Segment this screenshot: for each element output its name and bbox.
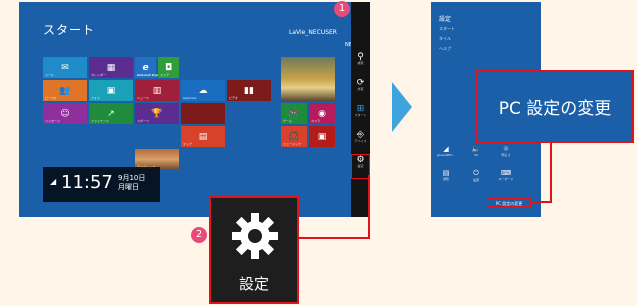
quick-label: キーボード: [498, 177, 514, 181]
tile-mail[interactable]: ✉ メール: [43, 57, 87, 78]
connector-line: [550, 141, 552, 203]
quick-network[interactable]: ◢ gouenNEC...: [435, 145, 457, 157]
tile-label: ピープル: [45, 96, 57, 100]
gear-icon: [232, 213, 278, 259]
brightness-icon: ☼: [502, 145, 510, 153]
settings-charm-zoom[interactable]: 設定: [209, 196, 299, 304]
tile-messaging[interactable]: ☺ メッセージ: [43, 103, 87, 124]
tile-label: ゲーム: [283, 119, 292, 123]
clock-date-weekday: 月曜日: [118, 183, 139, 191]
quick-label: gouenNEC...: [436, 153, 456, 157]
quick-label: 電源: [472, 178, 479, 182]
tile-news[interactable]: ▥ ニュース: [135, 80, 179, 101]
keyboard-icon: ⌨: [500, 169, 512, 177]
tile-people[interactable]: 👥 ピープル: [43, 80, 87, 101]
tile-camera[interactable]: ◉ カメラ: [309, 103, 335, 124]
notifications-icon: ▤: [442, 169, 450, 177]
quick-volume[interactable]: 🔈 50: [465, 145, 487, 157]
charm-label: 検索: [357, 61, 364, 65]
tile-placeholder[interactable]: [181, 103, 225, 124]
tile-label: ビデオ: [229, 96, 239, 100]
quick-power[interactable]: ⏻ 電源: [465, 169, 487, 182]
step-badge-2: 2: [191, 227, 207, 243]
quick-label: 50: [474, 153, 478, 157]
lock-clock: ◢ 11:57 9月10日 月曜日: [43, 167, 160, 202]
tile-maps[interactable]: ▤ マップ: [181, 126, 225, 147]
quick-label: 明るさ: [501, 153, 511, 157]
tile-photos[interactable]: ▣ フォト: [89, 80, 133, 101]
tile-label: フォト: [91, 96, 101, 100]
connector-line: [531, 201, 552, 203]
quick-notifications[interactable]: ▤ 通知: [435, 169, 457, 181]
tile-label: ストア: [160, 73, 170, 77]
charm-label: 設定: [357, 164, 364, 168]
charm-label: デバイス: [354, 139, 367, 143]
volume-icon: 🔈: [471, 145, 481, 153]
charm-search[interactable]: ⚲ 検索: [351, 52, 370, 65]
tile-store[interactable]: ◘ ストア: [158, 57, 179, 78]
tile-label: SkyDrive: [183, 96, 197, 100]
tile-label: ミュージック: [283, 142, 301, 146]
charm-label: スタート: [354, 113, 367, 117]
tile-label: ファイナンス: [91, 119, 109, 123]
step-badge-1: 1: [334, 1, 350, 17]
charm-devices[interactable]: ⎆ デバイス: [351, 130, 370, 143]
panel-title: 設定: [439, 16, 452, 23]
power-icon: ⏻: [473, 169, 479, 177]
arrow-right-icon: [392, 82, 412, 132]
tile-video2[interactable]: ▣: [309, 126, 335, 147]
tile-label: メッセージ: [45, 119, 60, 123]
tile-label: スポーツ: [137, 119, 149, 123]
clock-date-day: 9月10日: [118, 174, 146, 182]
tile-label: カメラ: [311, 119, 321, 123]
user-name[interactable]: LaVie_NECUSER: [289, 29, 337, 36]
change-pc-settings-callout[interactable]: PC 設定の変更: [476, 70, 634, 143]
charm-label: 共有: [357, 87, 364, 91]
quick-label: 通知: [442, 177, 449, 181]
panel-item[interactable]: スタート: [439, 26, 455, 32]
tile-label: ニュース: [137, 96, 149, 100]
tile-photo-landscape[interactable]: [281, 57, 335, 101]
tile-label: メール: [45, 73, 55, 77]
signal-icon: ◢: [50, 177, 57, 186]
quick-brightness[interactable]: ☼ 明るさ: [495, 145, 517, 157]
tile-video[interactable]: ▮▮ ビデオ: [227, 80, 271, 101]
connector-line: [368, 175, 370, 239]
connector-line: [297, 237, 370, 239]
charm-share[interactable]: ⟳ 共有: [351, 78, 370, 91]
charm-start[interactable]: ⊞ スタート: [351, 104, 370, 117]
quick-keyboard[interactable]: ⌨ キーボード: [495, 169, 517, 181]
start-title: スタート: [43, 23, 96, 37]
tile-label: マップ: [183, 142, 193, 146]
tile-finance[interactable]: ↗ ファイナンス: [89, 103, 133, 124]
settings-label: 設定: [238, 275, 269, 293]
tile-sports[interactable]: 🏆 スポーツ: [135, 103, 179, 124]
tile-music[interactable]: 🎧 ミュージック: [281, 126, 307, 147]
network-icon: ◢: [443, 145, 449, 153]
panel-item[interactable]: タイル: [439, 36, 451, 42]
change-pc-settings-link[interactable]: PC 設定の変更: [487, 198, 531, 207]
tile-calendar[interactable]: ▦ カレンダー: [89, 57, 133, 78]
clock-date: 9月10日 月曜日: [118, 174, 145, 192]
tile-label: カレンダー: [91, 73, 107, 77]
panel-item[interactable]: ヘルプ: [439, 46, 451, 52]
tile-games[interactable]: 🎮 ゲーム: [281, 103, 307, 124]
tile-ie[interactable]: e Internet Explorer: [135, 57, 166, 78]
start-screen: スタート LaVie_NECUSER NEC ✉メール ▦カレンダー eInte…: [19, 2, 370, 217]
clock-time: 11:57: [61, 172, 113, 193]
tile-skydrive[interactable]: ☁ SkyDrive: [181, 80, 225, 101]
